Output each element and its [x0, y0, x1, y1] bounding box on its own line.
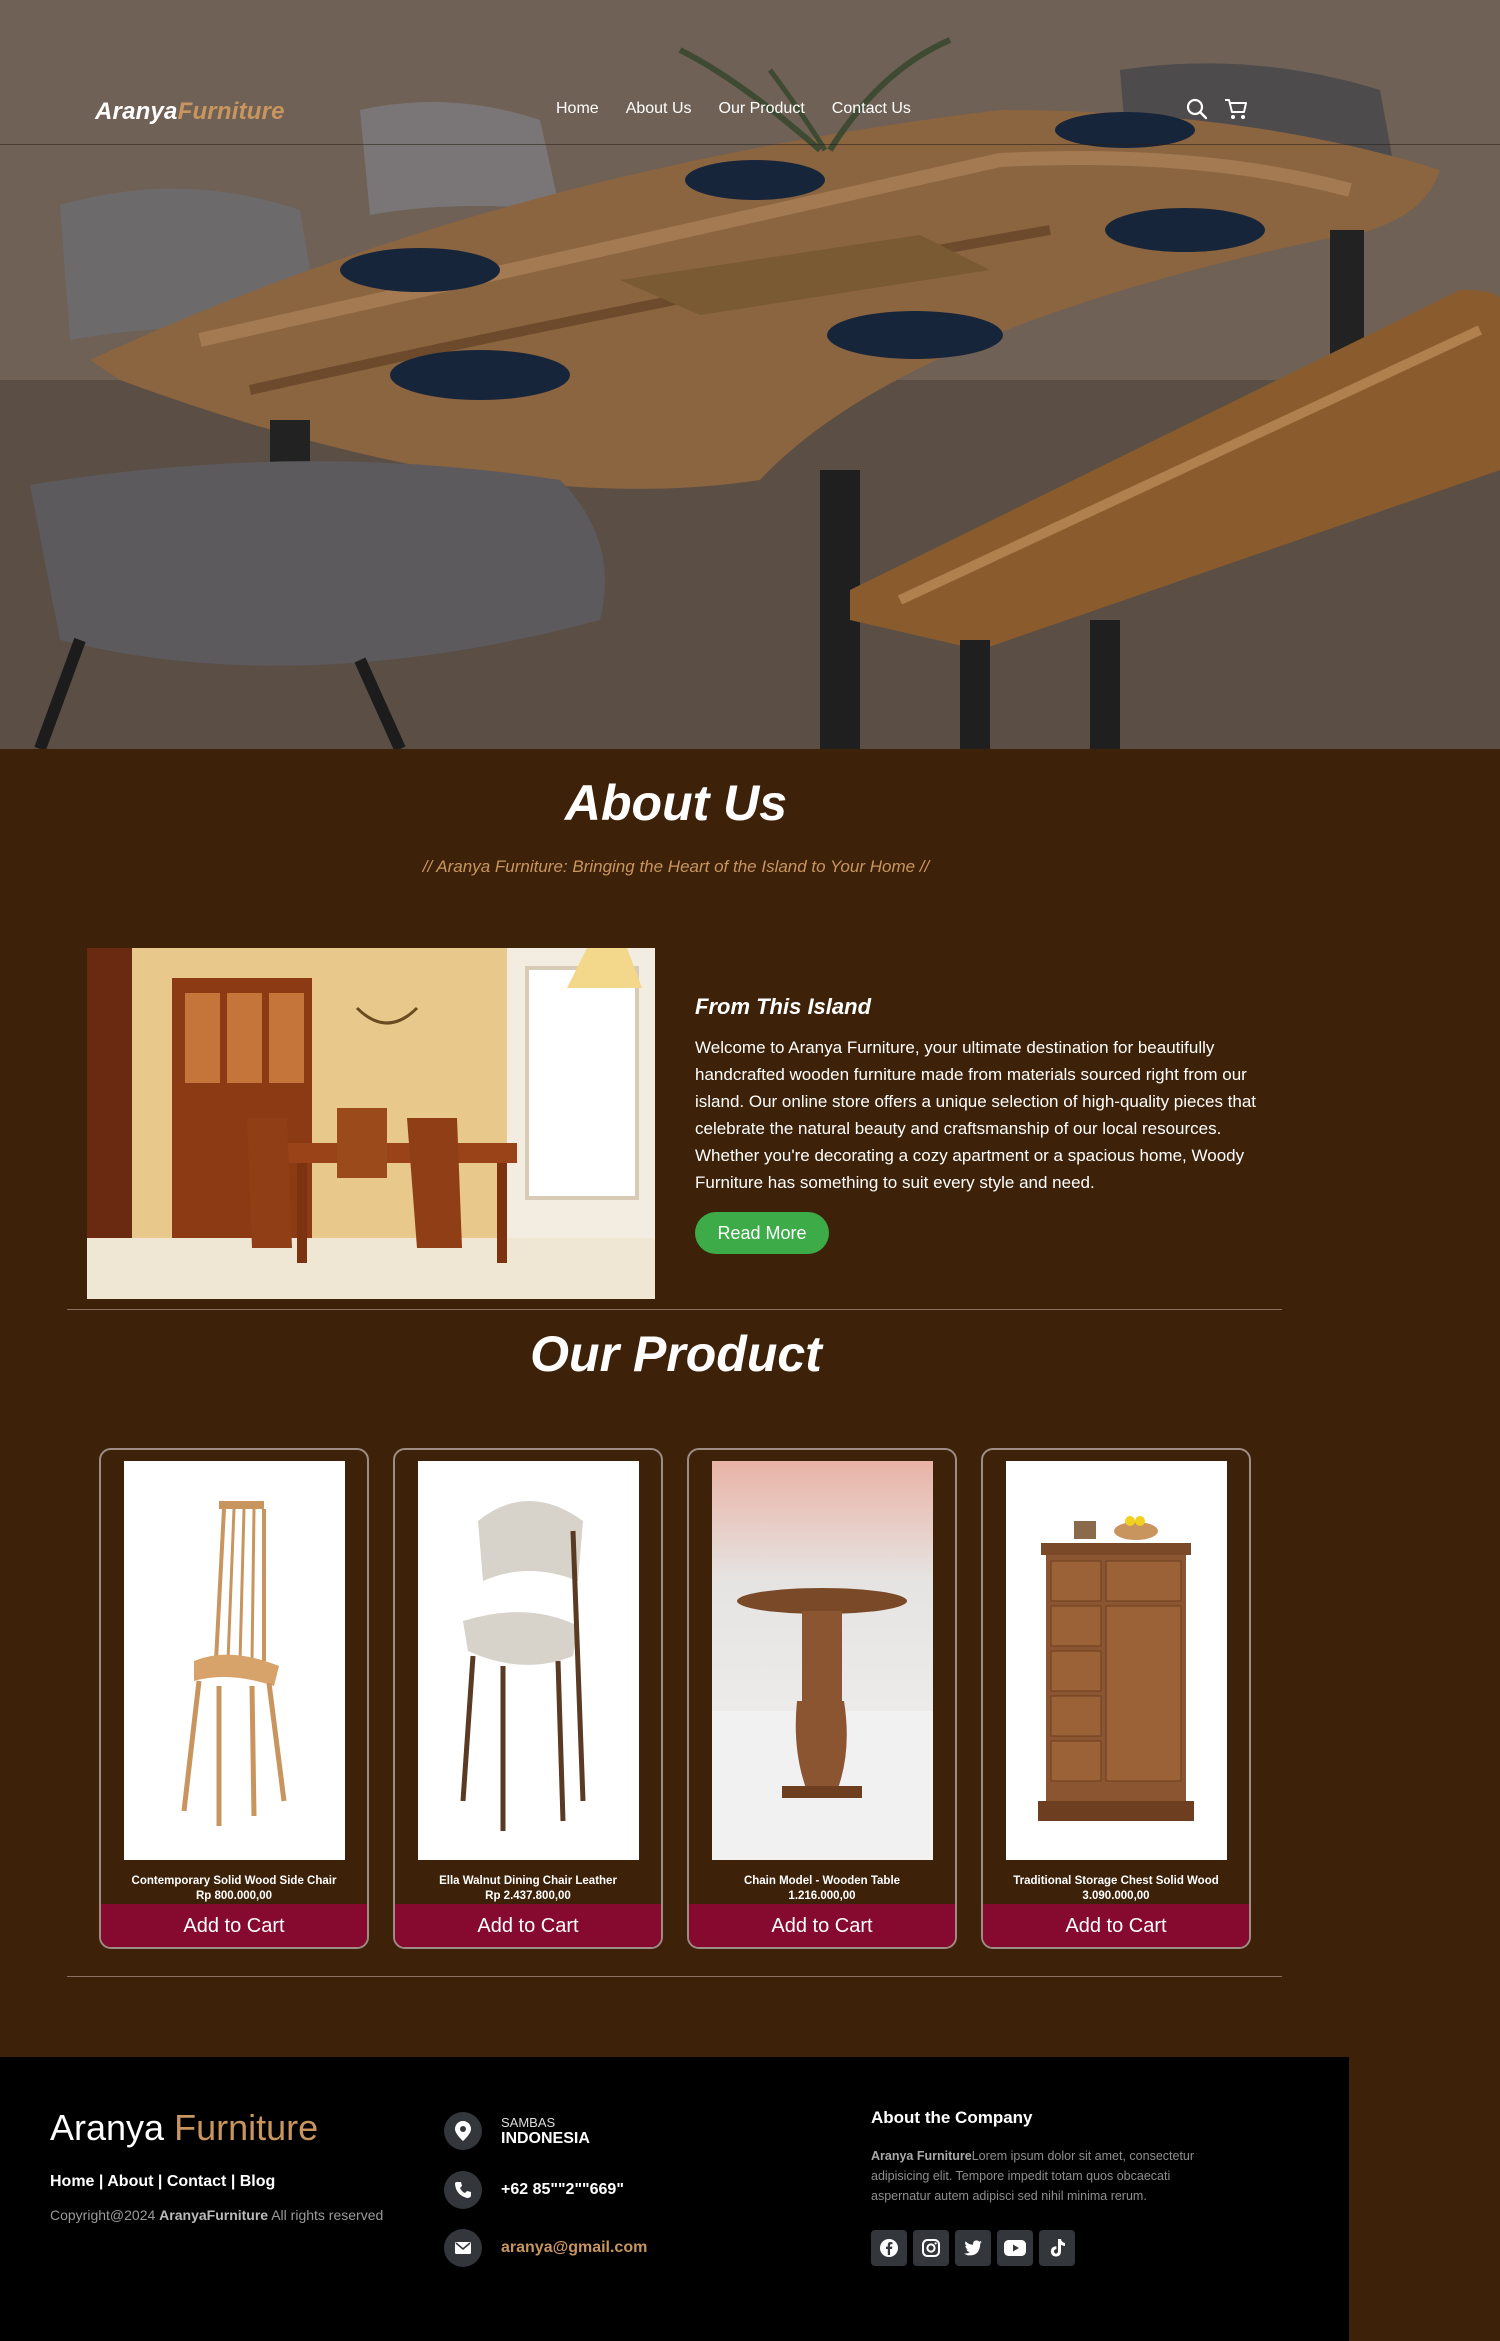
- product-image-wooden-table: [712, 1461, 933, 1860]
- logo-text-furniture: Furniture: [177, 98, 285, 125]
- nav-divider: [0, 144, 1500, 145]
- product-card[interactable]: Contemporary Solid Wood Side Chair Rp 80…: [99, 1448, 369, 1949]
- hero-banner: AranyaFurniture Home About Us Our Produc…: [0, 0, 1500, 749]
- add-to-cart-button[interactable]: Add to Cart: [983, 1904, 1249, 1947]
- cart-icon[interactable]: [1224, 98, 1248, 120]
- copyright-suffix: All rights reserved: [271, 2207, 384, 2223]
- copyright-brand: AranyaFurniture: [159, 2207, 269, 2223]
- read-more-button[interactable]: Read More: [695, 1212, 829, 1254]
- site-logo[interactable]: AranyaFurniture: [95, 98, 285, 126]
- envelope-icon: [444, 2229, 482, 2267]
- product-image-dining-chair: [418, 1461, 639, 1860]
- product-price: 3.090.000,00: [1082, 1890, 1150, 1902]
- footer-email: aranya@gmail.com: [444, 2229, 647, 2267]
- product-card[interactable]: Ella Walnut Dining Chair Leather Rp 2.43…: [393, 1448, 663, 1949]
- footer-link-home[interactable]: Home: [50, 2173, 94, 2190]
- logo-text-aranya: Aranya: [95, 98, 178, 125]
- footer-about-heading: About the Company: [871, 2108, 1033, 2127]
- footer-logo[interactable]: Aranya Furniture: [50, 2107, 318, 2149]
- search-icon[interactable]: [1186, 98, 1208, 120]
- footer-link-blog[interactable]: Blog: [240, 2173, 276, 2190]
- phone-number: +62 85""2""669": [501, 2181, 624, 2198]
- instagram-icon[interactable]: [913, 2230, 949, 2266]
- footer-logo-furniture: Furniture: [174, 2107, 319, 2148]
- product-price: Rp 2.437.800,00: [485, 1890, 571, 1902]
- location-pin-icon: [444, 2112, 482, 2150]
- about-description: Welcome to Aranya Furniture, your ultima…: [695, 1038, 1257, 1192]
- youtube-icon[interactable]: [997, 2230, 1033, 2266]
- section-divider: [67, 1976, 1282, 1977]
- about-subtitle: // Aranya Furniture: Bringing the Heart …: [422, 857, 930, 876]
- product-price: Rp 800.000,00: [195, 1890, 273, 1902]
- phone-icon: [444, 2171, 482, 2209]
- about-title: About Us: [564, 775, 788, 831]
- copyright: Copyright@2024 AranyaFurniture All right…: [50, 2207, 383, 2223]
- product-image-side-chair: [124, 1461, 345, 1860]
- product-card[interactable]: Chain Model - Wooden Table 1.216.000,00 …: [687, 1448, 957, 1949]
- product-name: Ella Walnut Dining Chair Leather: [439, 1875, 617, 1887]
- tiktok-icon[interactable]: [1039, 2230, 1075, 2266]
- about-dining-room-image: [87, 948, 655, 1299]
- email-link[interactable]: aranya@gmail.com: [501, 2239, 647, 2257]
- nav-home[interactable]: Home: [556, 100, 599, 118]
- nav-about-us[interactable]: About Us: [626, 100, 692, 118]
- product-name: Traditional Storage Chest Solid Wood: [1013, 1875, 1219, 1887]
- nav-contact-us[interactable]: Contact Us: [832, 100, 911, 118]
- copyright-prefix: Copyright@2024: [50, 2207, 156, 2223]
- product-image-storage-chest: [1006, 1461, 1227, 1860]
- location-country: INDONESIA: [501, 2129, 590, 2147]
- section-divider: [67, 1309, 1282, 1310]
- footer-about-brand: Aranya Furniture: [871, 2149, 972, 2163]
- product-price: 1.216.000,00: [788, 1890, 856, 1902]
- add-to-cart-button[interactable]: Add to Cart: [101, 1904, 367, 1947]
- footer-link-about[interactable]: About: [107, 2173, 153, 2190]
- footer-logo-aranya: Aranya: [50, 2107, 165, 2148]
- twitter-icon[interactable]: [955, 2230, 991, 2266]
- product-name: Contemporary Solid Wood Side Chair: [131, 1875, 337, 1887]
- footer-about-text: Aranya FurnitureLorem ipsum dolor sit am…: [871, 2146, 1231, 2206]
- product-name: Chain Model - Wooden Table: [743, 1875, 901, 1887]
- footer-links: Home | About | Contact | Blog: [50, 2173, 276, 2190]
- social-links: [871, 2230, 1075, 2266]
- site-footer: Aranya Furniture Home | About | Contact …: [0, 2057, 1349, 2341]
- add-to-cart-button[interactable]: Add to Cart: [395, 1904, 661, 1947]
- location-city: SAMBAS: [501, 2114, 556, 2130]
- main-nav: Home About Us Our Product Contact Us: [556, 100, 911, 118]
- products-title: Our Product: [530, 1326, 822, 1382]
- about-heading: From This Island: [695, 994, 872, 1019]
- nav-our-product[interactable]: Our Product: [719, 100, 805, 118]
- nav-icons: [1186, 98, 1248, 120]
- facebook-icon[interactable]: [871, 2230, 907, 2266]
- add-to-cart-button[interactable]: Add to Cart: [689, 1904, 955, 1947]
- product-card[interactable]: Traditional Storage Chest Solid Wood 3.0…: [981, 1448, 1251, 1949]
- footer-phone: +62 85""2""669": [444, 2171, 624, 2209]
- footer-link-contact[interactable]: Contact: [167, 2173, 227, 2190]
- footer-location: SAMBAS INDONESIA: [444, 2112, 590, 2150]
